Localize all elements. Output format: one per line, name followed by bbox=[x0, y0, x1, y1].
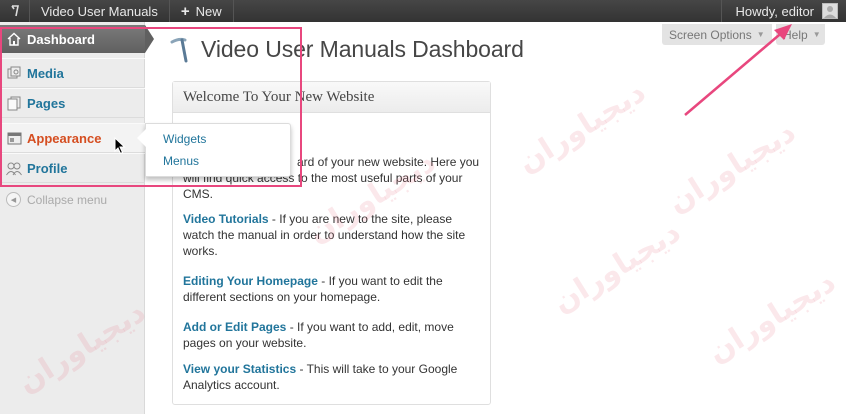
section-video-tutorials: Video Tutorials - If you are new to the … bbox=[183, 211, 481, 259]
collapse-menu-button[interactable]: ◀ Collapse menu bbox=[6, 192, 107, 207]
new-content-button[interactable]: + New bbox=[170, 0, 234, 22]
sidebar-item-pages[interactable]: Pages bbox=[0, 88, 145, 118]
sidebar-item-label: Pages bbox=[27, 95, 66, 111]
home-icon bbox=[6, 31, 22, 47]
page-heading: Video User Manuals Dashboard bbox=[168, 36, 524, 63]
watermark-logo: دیجیاوران bbox=[701, 264, 842, 371]
dashboard-logo-icon bbox=[170, 37, 188, 62]
annotation-arrow-icon bbox=[684, 24, 792, 116]
section-view-statistics: View your Statistics - This will take to… bbox=[183, 361, 481, 393]
avatar bbox=[822, 3, 838, 19]
watermark-logo: دیجیاوران bbox=[511, 74, 652, 181]
editing-homepage-link[interactable]: Editing Your Homepage bbox=[183, 274, 318, 288]
sidebar-item-label: Profile bbox=[27, 160, 68, 176]
pages-icon bbox=[6, 95, 22, 111]
greeting-text: Howdy, editor bbox=[735, 3, 814, 19]
triangle-down-icon: ▼ bbox=[812, 30, 821, 39]
site-name-link[interactable]: Video User Manuals bbox=[30, 0, 170, 22]
current-menu-pointer bbox=[145, 25, 154, 53]
sidebar-item-label: Appearance bbox=[27, 130, 102, 146]
collapse-arrow-icon: ◀ bbox=[6, 192, 21, 207]
mouse-cursor-icon bbox=[114, 137, 126, 155]
sidebar-item-label: Dashboard bbox=[27, 31, 95, 47]
appearance-submenu: Widgets Menus bbox=[137, 123, 291, 177]
sidebar-item-media[interactable]: Media bbox=[0, 58, 145, 88]
section-add-edit-pages: Add or Edit Pages - If you want to add, … bbox=[183, 319, 481, 351]
admin-sidebar: Dashboard Media Pages Appearance Profile… bbox=[0, 22, 145, 414]
watermark-logo: دیجیاوران bbox=[661, 114, 802, 221]
add-edit-pages-link[interactable]: Add or Edit Pages bbox=[183, 320, 286, 334]
sidebar-item-label: Media bbox=[27, 65, 64, 81]
section-editing-homepage: Editing Your Homepage - If you want to e… bbox=[183, 273, 481, 305]
view-statistics-link[interactable]: View your Statistics bbox=[183, 362, 296, 376]
plus-icon: + bbox=[180, 2, 190, 20]
submenu-item-widgets[interactable]: Widgets bbox=[163, 132, 206, 146]
admin-bar: Video User Manuals + New Howdy, editor bbox=[0, 0, 846, 22]
media-icon bbox=[6, 65, 22, 81]
widget-title: Welcome To Your New Website bbox=[173, 82, 490, 113]
user-account-menu[interactable]: Howdy, editor bbox=[721, 0, 846, 22]
users-icon bbox=[6, 160, 22, 176]
video-tutorials-link[interactable]: Video Tutorials bbox=[183, 212, 269, 226]
page-title: Video User Manuals Dashboard bbox=[201, 36, 524, 62]
submenu-item-menus[interactable]: Menus bbox=[163, 154, 199, 168]
sidebar-item-profile[interactable]: Profile bbox=[0, 153, 145, 183]
sidebar-item-dashboard[interactable]: Dashboard bbox=[0, 25, 145, 53]
submenu-pointer bbox=[137, 129, 146, 147]
appearance-icon bbox=[6, 130, 22, 146]
site-logo-icon[interactable] bbox=[0, 0, 30, 22]
watermark-logo: دیجیاوران bbox=[546, 214, 687, 321]
collapse-menu-label: Collapse menu bbox=[27, 192, 108, 207]
new-label: New bbox=[195, 3, 222, 19]
